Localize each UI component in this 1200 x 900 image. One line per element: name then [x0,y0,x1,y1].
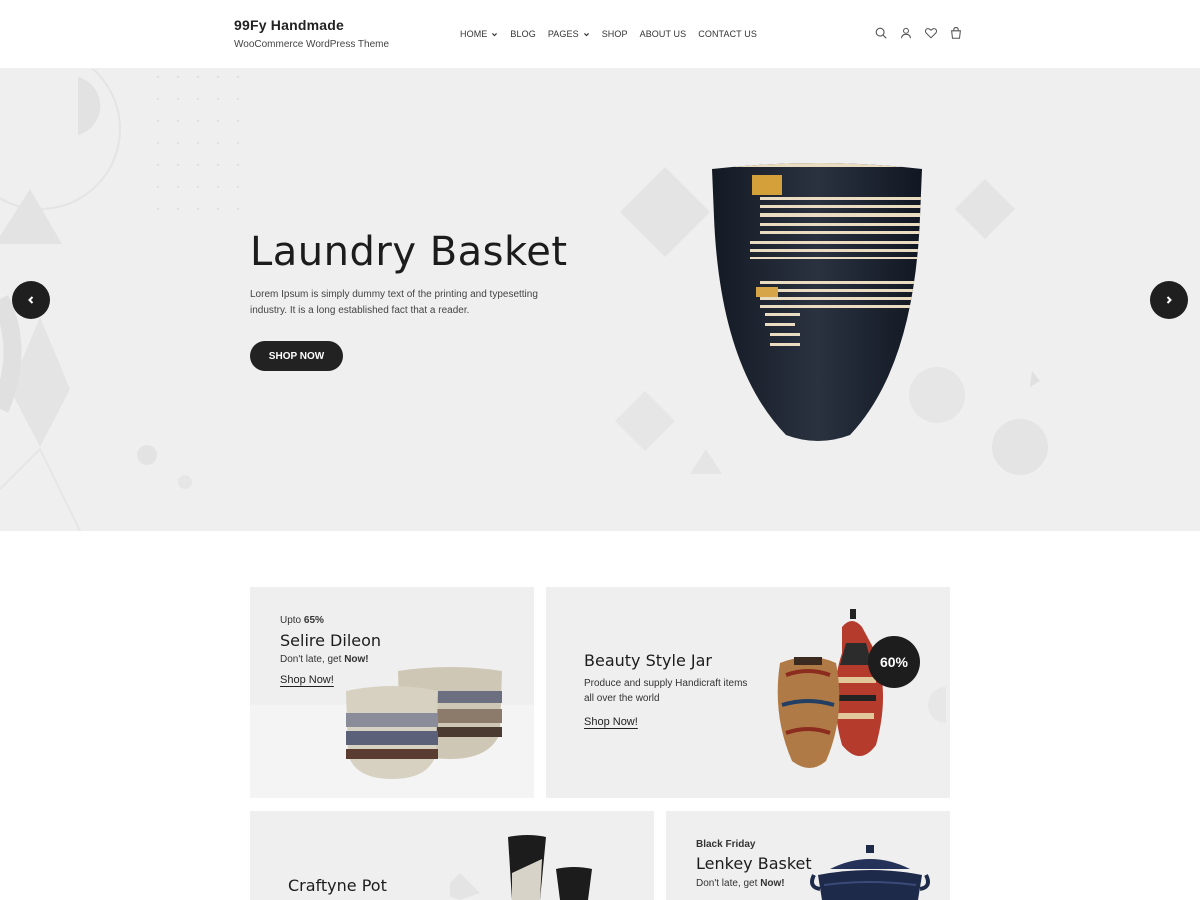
nav-contact-label: CONTACT US [698,29,757,39]
discount-badge: 60% [868,636,920,688]
banner-subtitle: Don't late, get Now! [696,876,785,891]
heart-icon[interactable] [924,26,938,40]
shop-now-link[interactable]: Shop Now! [584,716,638,728]
banner-title: Lenkey Basket [696,854,812,873]
baskets-image [346,667,502,779]
bag-icon[interactable] [949,26,963,40]
kicker-value: 65% [303,615,324,626]
nav-blog[interactable]: BLOG [510,29,535,39]
chevron-left-icon [28,296,34,304]
hero-slider: Laundry Basket Lorem Ipsum is simply dum… [0,69,1200,531]
banner-subtitle: Produce and supply Handicraft items all … [584,678,748,704]
search-icon[interactable] [874,26,888,40]
nav-shop-label: SHOP [601,29,628,39]
kicker-prefix: Upto [280,615,302,626]
banner-kicker: Upto 65% [280,615,324,626]
main-nav: HOME BLOG PAGES SHOP ABOUT US CONTACT US [460,29,769,39]
site-header: 99Fy Handmade WooCommerce WordPress Them… [0,0,1200,69]
banner-title: Selire Dileon [280,631,382,650]
pots-image [450,835,592,900]
banner-beauty-style-jar[interactable]: Beauty Style Jar Produce and supply Hand… [546,587,950,798]
kicker-value: Black Friday [696,839,756,850]
banner-selire-dileon[interactable]: Upto 65% Selire Dileon Don't late, get N… [250,587,534,798]
chevron-right-icon [1166,296,1172,304]
banner-sub-strong: Now! [760,878,785,889]
slider-next-button[interactable] [1150,281,1188,319]
laundry-basket-image [712,163,922,441]
chevron-down-icon [492,32,498,36]
brand-tagline: WooCommerce WordPress Theme [234,39,390,50]
banner-title: Beauty Style Jar [584,651,712,670]
banner-craftyne-pot[interactable]: Craftyne Pot [250,811,654,900]
banner-title: Craftyne Pot [288,876,387,895]
banner-lenkey-basket[interactable]: Black Friday Lenkey Basket Don't late, g… [666,811,950,900]
nav-home-label: HOME [460,29,488,39]
slider-prev-button[interactable] [12,281,50,319]
jars-image [777,609,946,768]
banner-sub-prefix: Don't late, get [280,654,342,665]
nav-home[interactable]: HOME [460,29,498,39]
nav-blog-label: BLOG [510,29,536,39]
header-icons [874,26,963,40]
nav-contact[interactable]: CONTACT US [698,29,757,39]
brand-name[interactable]: 99Fy Handmade [234,17,389,33]
chevron-down-icon [583,32,589,36]
nav-pages[interactable]: PAGES [548,29,590,39]
user-icon[interactable] [899,26,913,40]
nav-about-label: ABOUT US [639,29,687,39]
nav-pages-label: PAGES [547,29,579,39]
hero-description: Lorem Ipsum is simply dummy text of the … [250,289,538,316]
shop-now-button[interactable]: SHOP NOW [250,341,343,371]
banner-sub-prefix: Don't late, get [696,878,758,889]
hero-decoration [0,69,1048,531]
nav-about[interactable]: ABOUT US [640,29,687,39]
hero-title: Laundry Basket [250,229,568,275]
shop-now-link[interactable]: Shop Now! [280,674,334,686]
brand[interactable]: 99Fy Handmade WooCommerce WordPress Them… [234,17,389,50]
nav-shop[interactable]: SHOP [602,29,628,39]
lenkey-basket-image [810,845,930,900]
banner-kicker: Black Friday [696,839,755,850]
